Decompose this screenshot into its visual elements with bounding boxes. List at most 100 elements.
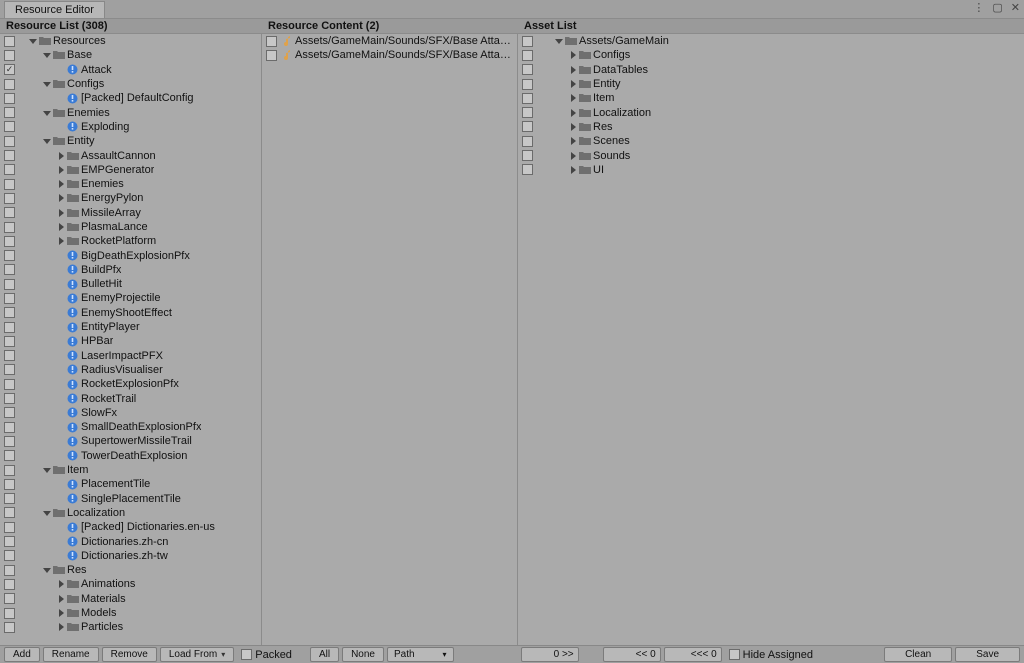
rename-button[interactable]: Rename bbox=[43, 647, 99, 662]
row-checkbox[interactable] bbox=[4, 121, 15, 132]
row-checkbox[interactable] bbox=[522, 164, 533, 175]
none-button[interactable]: None bbox=[342, 647, 384, 662]
expand-arrow-icon[interactable] bbox=[42, 80, 52, 88]
tree-row[interactable]: Enemies bbox=[0, 177, 261, 191]
row-checkbox[interactable] bbox=[522, 107, 533, 118]
expand-arrow-icon[interactable] bbox=[42, 109, 52, 117]
row-checkbox[interactable] bbox=[4, 379, 15, 390]
resource-list-panel[interactable]: ResourcesBaseAttackConfigs[Packed] Defau… bbox=[0, 34, 262, 645]
clean-button[interactable]: Clean bbox=[884, 647, 952, 662]
row-checkbox[interactable] bbox=[4, 622, 15, 633]
tree-row[interactable]: Localization bbox=[0, 506, 261, 520]
expand-arrow-icon[interactable] bbox=[568, 166, 578, 174]
row-checkbox[interactable] bbox=[4, 522, 15, 533]
row-checkbox[interactable] bbox=[522, 36, 533, 47]
tree-row[interactable]: Item bbox=[0, 463, 261, 477]
pager-back[interactable]: << 0 bbox=[603, 647, 661, 662]
tree-row[interactable]: HPBar bbox=[0, 334, 261, 348]
tree-row[interactable]: Res bbox=[0, 563, 261, 577]
row-checkbox[interactable] bbox=[4, 150, 15, 161]
tree-row[interactable]: Materials bbox=[0, 592, 261, 606]
expand-arrow-icon[interactable] bbox=[42, 466, 52, 474]
tree-row[interactable]: RocketTrail bbox=[0, 391, 261, 405]
expand-arrow-icon[interactable] bbox=[568, 123, 578, 131]
expand-arrow-icon[interactable] bbox=[42, 566, 52, 574]
tree-row[interactable]: Base bbox=[0, 48, 261, 62]
row-checkbox[interactable] bbox=[4, 364, 15, 375]
path-dropdown[interactable]: Path bbox=[387, 647, 454, 662]
expand-arrow-icon[interactable] bbox=[56, 237, 66, 245]
row-checkbox[interactable] bbox=[4, 565, 15, 576]
row-checkbox[interactable] bbox=[4, 193, 15, 204]
tree-row[interactable]: [Packed] DefaultConfig bbox=[0, 91, 261, 105]
row-checkbox[interactable] bbox=[4, 407, 15, 418]
tree-row[interactable]: [Packed] Dictionaries.en-us bbox=[0, 520, 261, 534]
packed-toggle[interactable]: Packed bbox=[237, 649, 296, 661]
all-button[interactable]: All bbox=[310, 647, 339, 662]
row-checkbox[interactable] bbox=[4, 507, 15, 518]
row-checkbox[interactable] bbox=[522, 50, 533, 61]
row-checkbox[interactable] bbox=[522, 136, 533, 147]
tree-row[interactable]: MissileArray bbox=[0, 206, 261, 220]
tree-row[interactable]: PlacementTile bbox=[0, 477, 261, 491]
tree-row[interactable]: SmallDeathExplosionPfx bbox=[0, 420, 261, 434]
expand-arrow-icon[interactable] bbox=[56, 194, 66, 202]
expand-arrow-icon[interactable] bbox=[568, 80, 578, 88]
expand-arrow-icon[interactable] bbox=[56, 609, 66, 617]
expand-arrow-icon[interactable] bbox=[56, 209, 66, 217]
expand-arrow-icon[interactable] bbox=[568, 94, 578, 102]
expand-arrow-icon[interactable] bbox=[56, 623, 66, 631]
row-checkbox[interactable] bbox=[4, 436, 15, 447]
content-row[interactable]: Assets/GameMain/Sounds/SFX/Base Attack/z… bbox=[262, 48, 517, 62]
tree-row[interactable]: SinglePlacementTile bbox=[0, 492, 261, 506]
row-checkbox[interactable] bbox=[4, 236, 15, 247]
tree-row[interactable]: UI bbox=[518, 163, 1024, 177]
expand-arrow-icon[interactable] bbox=[568, 152, 578, 160]
hide-assigned-toggle[interactable]: Hide Assigned bbox=[725, 649, 817, 661]
row-checkbox[interactable] bbox=[4, 450, 15, 461]
tree-row[interactable]: Dictionaries.zh-tw bbox=[0, 549, 261, 563]
tree-row[interactable]: Exploding bbox=[0, 120, 261, 134]
maximize-icon[interactable]: ▢ bbox=[992, 1, 1002, 14]
row-checkbox[interactable] bbox=[4, 79, 15, 90]
load-from-dropdown[interactable]: Load From bbox=[160, 647, 234, 662]
expand-arrow-icon[interactable] bbox=[42, 509, 52, 517]
row-checkbox[interactable] bbox=[4, 579, 15, 590]
row-checkbox[interactable] bbox=[4, 107, 15, 118]
tree-row[interactable]: Configs bbox=[518, 48, 1024, 62]
tree-row[interactable]: Item bbox=[518, 91, 1024, 105]
tree-row[interactable]: EMPGenerator bbox=[0, 163, 261, 177]
row-checkbox[interactable] bbox=[4, 264, 15, 275]
remove-button[interactable]: Remove bbox=[102, 647, 157, 662]
row-checkbox[interactable] bbox=[266, 36, 277, 47]
tree-row[interactable]: RadiusVisualiser bbox=[0, 363, 261, 377]
row-checkbox[interactable] bbox=[4, 608, 15, 619]
tree-row[interactable]: Dictionaries.zh-cn bbox=[0, 534, 261, 548]
asset-list-panel[interactable]: Assets/GameMainConfigsDataTablesEntityIt… bbox=[518, 34, 1024, 645]
tree-row[interactable]: PlasmaLance bbox=[0, 220, 261, 234]
tree-row[interactable]: Enemies bbox=[0, 105, 261, 119]
tree-row[interactable]: BigDeathExplosionPfx bbox=[0, 248, 261, 262]
row-checkbox[interactable] bbox=[4, 393, 15, 404]
menu-icon[interactable]: ⋮ bbox=[973, 1, 984, 14]
tree-row[interactable]: LaserImpactPFX bbox=[0, 349, 261, 363]
expand-arrow-icon[interactable] bbox=[28, 37, 38, 45]
tree-row[interactable]: RocketPlatform bbox=[0, 234, 261, 248]
row-checkbox[interactable] bbox=[4, 179, 15, 190]
expand-arrow-icon[interactable] bbox=[42, 137, 52, 145]
resource-content-panel[interactable]: Assets/GameMain/Sounds/SFX/Base Attack/b… bbox=[262, 34, 518, 645]
tree-row[interactable]: Configs bbox=[0, 77, 261, 91]
tree-row[interactable]: EnemyShootEffect bbox=[0, 306, 261, 320]
expand-arrow-icon[interactable] bbox=[56, 595, 66, 603]
row-checkbox[interactable] bbox=[522, 121, 533, 132]
tree-row[interactable]: Entity bbox=[0, 134, 261, 148]
row-checkbox[interactable] bbox=[4, 279, 15, 290]
tree-row[interactable]: Scenes bbox=[518, 134, 1024, 148]
row-checkbox[interactable] bbox=[522, 79, 533, 90]
tree-row[interactable]: EntityPlayer bbox=[0, 320, 261, 334]
tree-row[interactable]: RocketExplosionPfx bbox=[0, 377, 261, 391]
row-checkbox[interactable] bbox=[4, 207, 15, 218]
row-checkbox[interactable] bbox=[4, 593, 15, 604]
tree-row[interactable]: TowerDeathExplosion bbox=[0, 449, 261, 463]
row-checkbox[interactable] bbox=[266, 50, 277, 61]
